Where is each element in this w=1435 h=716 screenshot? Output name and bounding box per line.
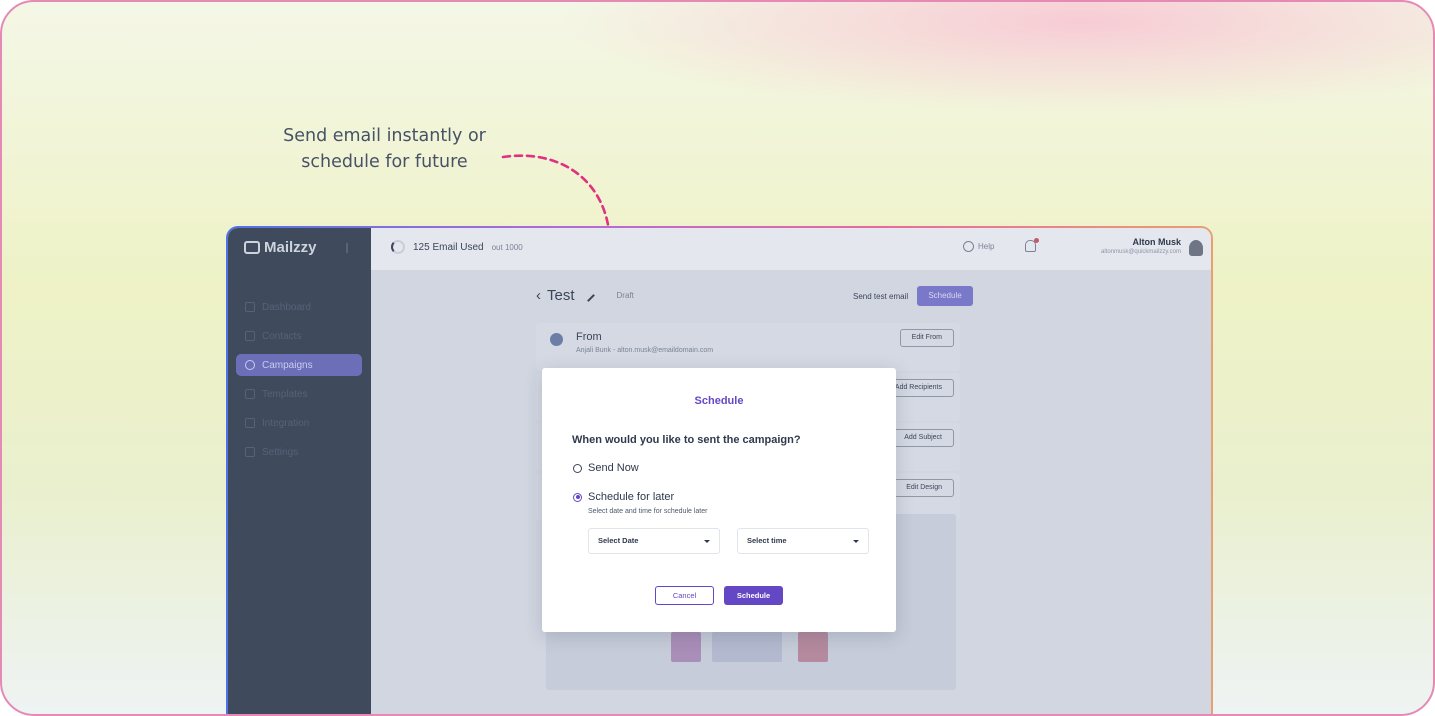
contacts-icon [245,331,255,341]
edit-from-button[interactable]: Edit From [899,329,954,347]
collapse-sidebar-icon[interactable] [346,243,358,253]
usage-ring-icon [391,240,405,254]
add-subject-button[interactable]: Add Subject [892,429,954,447]
user-email: altonmusk@quickmailzzy.com [1100,249,1181,255]
sidebar-item-settings[interactable]: Settings [236,441,362,463]
caption-line-2: schedule for future [301,152,468,172]
sidebar-item-label: Templates [262,388,308,400]
template-thumbnail[interactable] [798,632,828,662]
page-title: Test [547,287,575,304]
template-thumbnail[interactable] [712,632,782,662]
status-badge: Draft [616,291,634,300]
send-now-option[interactable]: Send Now [573,462,639,474]
chevron-down-icon[interactable] [1211,246,1213,249]
back-chevron-icon[interactable]: ‹ [536,287,541,304]
schedule-later-option[interactable]: Schedule for later [573,491,674,503]
header-schedule-button[interactable]: Schedule [917,286,973,306]
sidebar-item-contacts[interactable]: Contacts [236,325,362,347]
send-now-label: Send Now [588,462,639,474]
sidebar-item-label: Contacts [262,330,302,342]
modal-title: Schedule [694,395,744,407]
sidebar-item-integration[interactable]: Integration [236,412,362,434]
time-select-placeholder: Select time [747,536,787,545]
credits-used: 125 Email Used [413,241,484,253]
sidebar: Mailzzy Dashboard Contacts Campaigns Tem… [228,228,371,714]
brand-name: Mailzzy [264,239,317,256]
time-select[interactable]: Select time [737,528,869,554]
avatar[interactable] [1189,240,1203,256]
section-subtext: Anjali Bunk - alton.musk@emaildomain.com [576,347,714,354]
edit-design-button[interactable]: Edit Design [894,479,954,497]
radio-unchecked-icon[interactable] [573,463,582,473]
sidebar-nav: Dashboard Contacts Campaigns Templates I… [236,296,362,470]
schedule-modal: Schedule When would you like to sent the… [542,368,896,632]
sidebar-item-label: Integration [262,417,310,429]
caret-down-icon [853,540,859,543]
template-thumbnail[interactable] [671,632,701,662]
date-select-placeholder: Select Date [598,536,639,545]
section-from: From Anjali Bunk - alton.musk@emaildomai… [536,323,960,371]
schedule-button[interactable]: Schedule [724,586,783,605]
schedule-hint: Select date and time for schedule later [588,508,708,515]
sidebar-item-templates[interactable]: Templates [236,383,362,405]
sidebar-item-label: Dashboard [262,301,311,313]
credits-total: out 1000 [491,242,523,252]
sidebar-item-campaigns[interactable]: Campaigns [236,354,362,376]
campaign-header: ‹ Test Draft [536,287,634,304]
brand-logo: Mailzzy [244,239,317,256]
date-select[interactable]: Select Date [588,528,720,554]
help-link[interactable]: Help [963,241,994,252]
promo-caption: Send email instantly or schedule for fut… [272,123,497,175]
check-circle-icon [550,333,563,346]
schedule-later-label: Schedule for later [588,491,675,503]
template-icon [245,389,255,399]
notification-dot [1034,238,1039,243]
grid-icon [245,302,255,312]
pencil-icon[interactable] [581,289,595,302]
cancel-button[interactable]: Cancel [655,586,714,605]
sidebar-item-label: Campaigns [262,359,313,371]
plug-icon [245,418,255,428]
help-icon [963,241,974,252]
caption-line-1: Send email instantly or [283,126,486,146]
promo-frame: Send email instantly or schedule for fut… [0,0,1435,716]
section-label: From [576,331,602,343]
notification-bell-icon[interactable] [1025,238,1039,252]
sidebar-item-label: Settings [262,446,299,458]
radio-checked-icon[interactable] [573,492,582,502]
help-label: Help [978,242,995,251]
user-info[interactable]: Alton Musk altonmusk@quickmailzzy.com [1071,237,1181,255]
megaphone-icon [245,360,255,370]
user-name: Alton Musk [1132,237,1182,247]
sidebar-item-dashboard[interactable]: Dashboard [236,296,362,318]
gear-icon [245,447,255,457]
mail-logo-icon [244,241,260,254]
caret-down-icon [704,540,710,543]
modal-question: When would you like to sent the campaign… [572,434,801,446]
email-credits: 125 Email Used out 1000 [391,240,523,254]
top-bar: 125 Email Used out 1000 Help Alton Musk … [371,228,1211,270]
send-test-email-link[interactable]: Send test email [853,292,908,301]
